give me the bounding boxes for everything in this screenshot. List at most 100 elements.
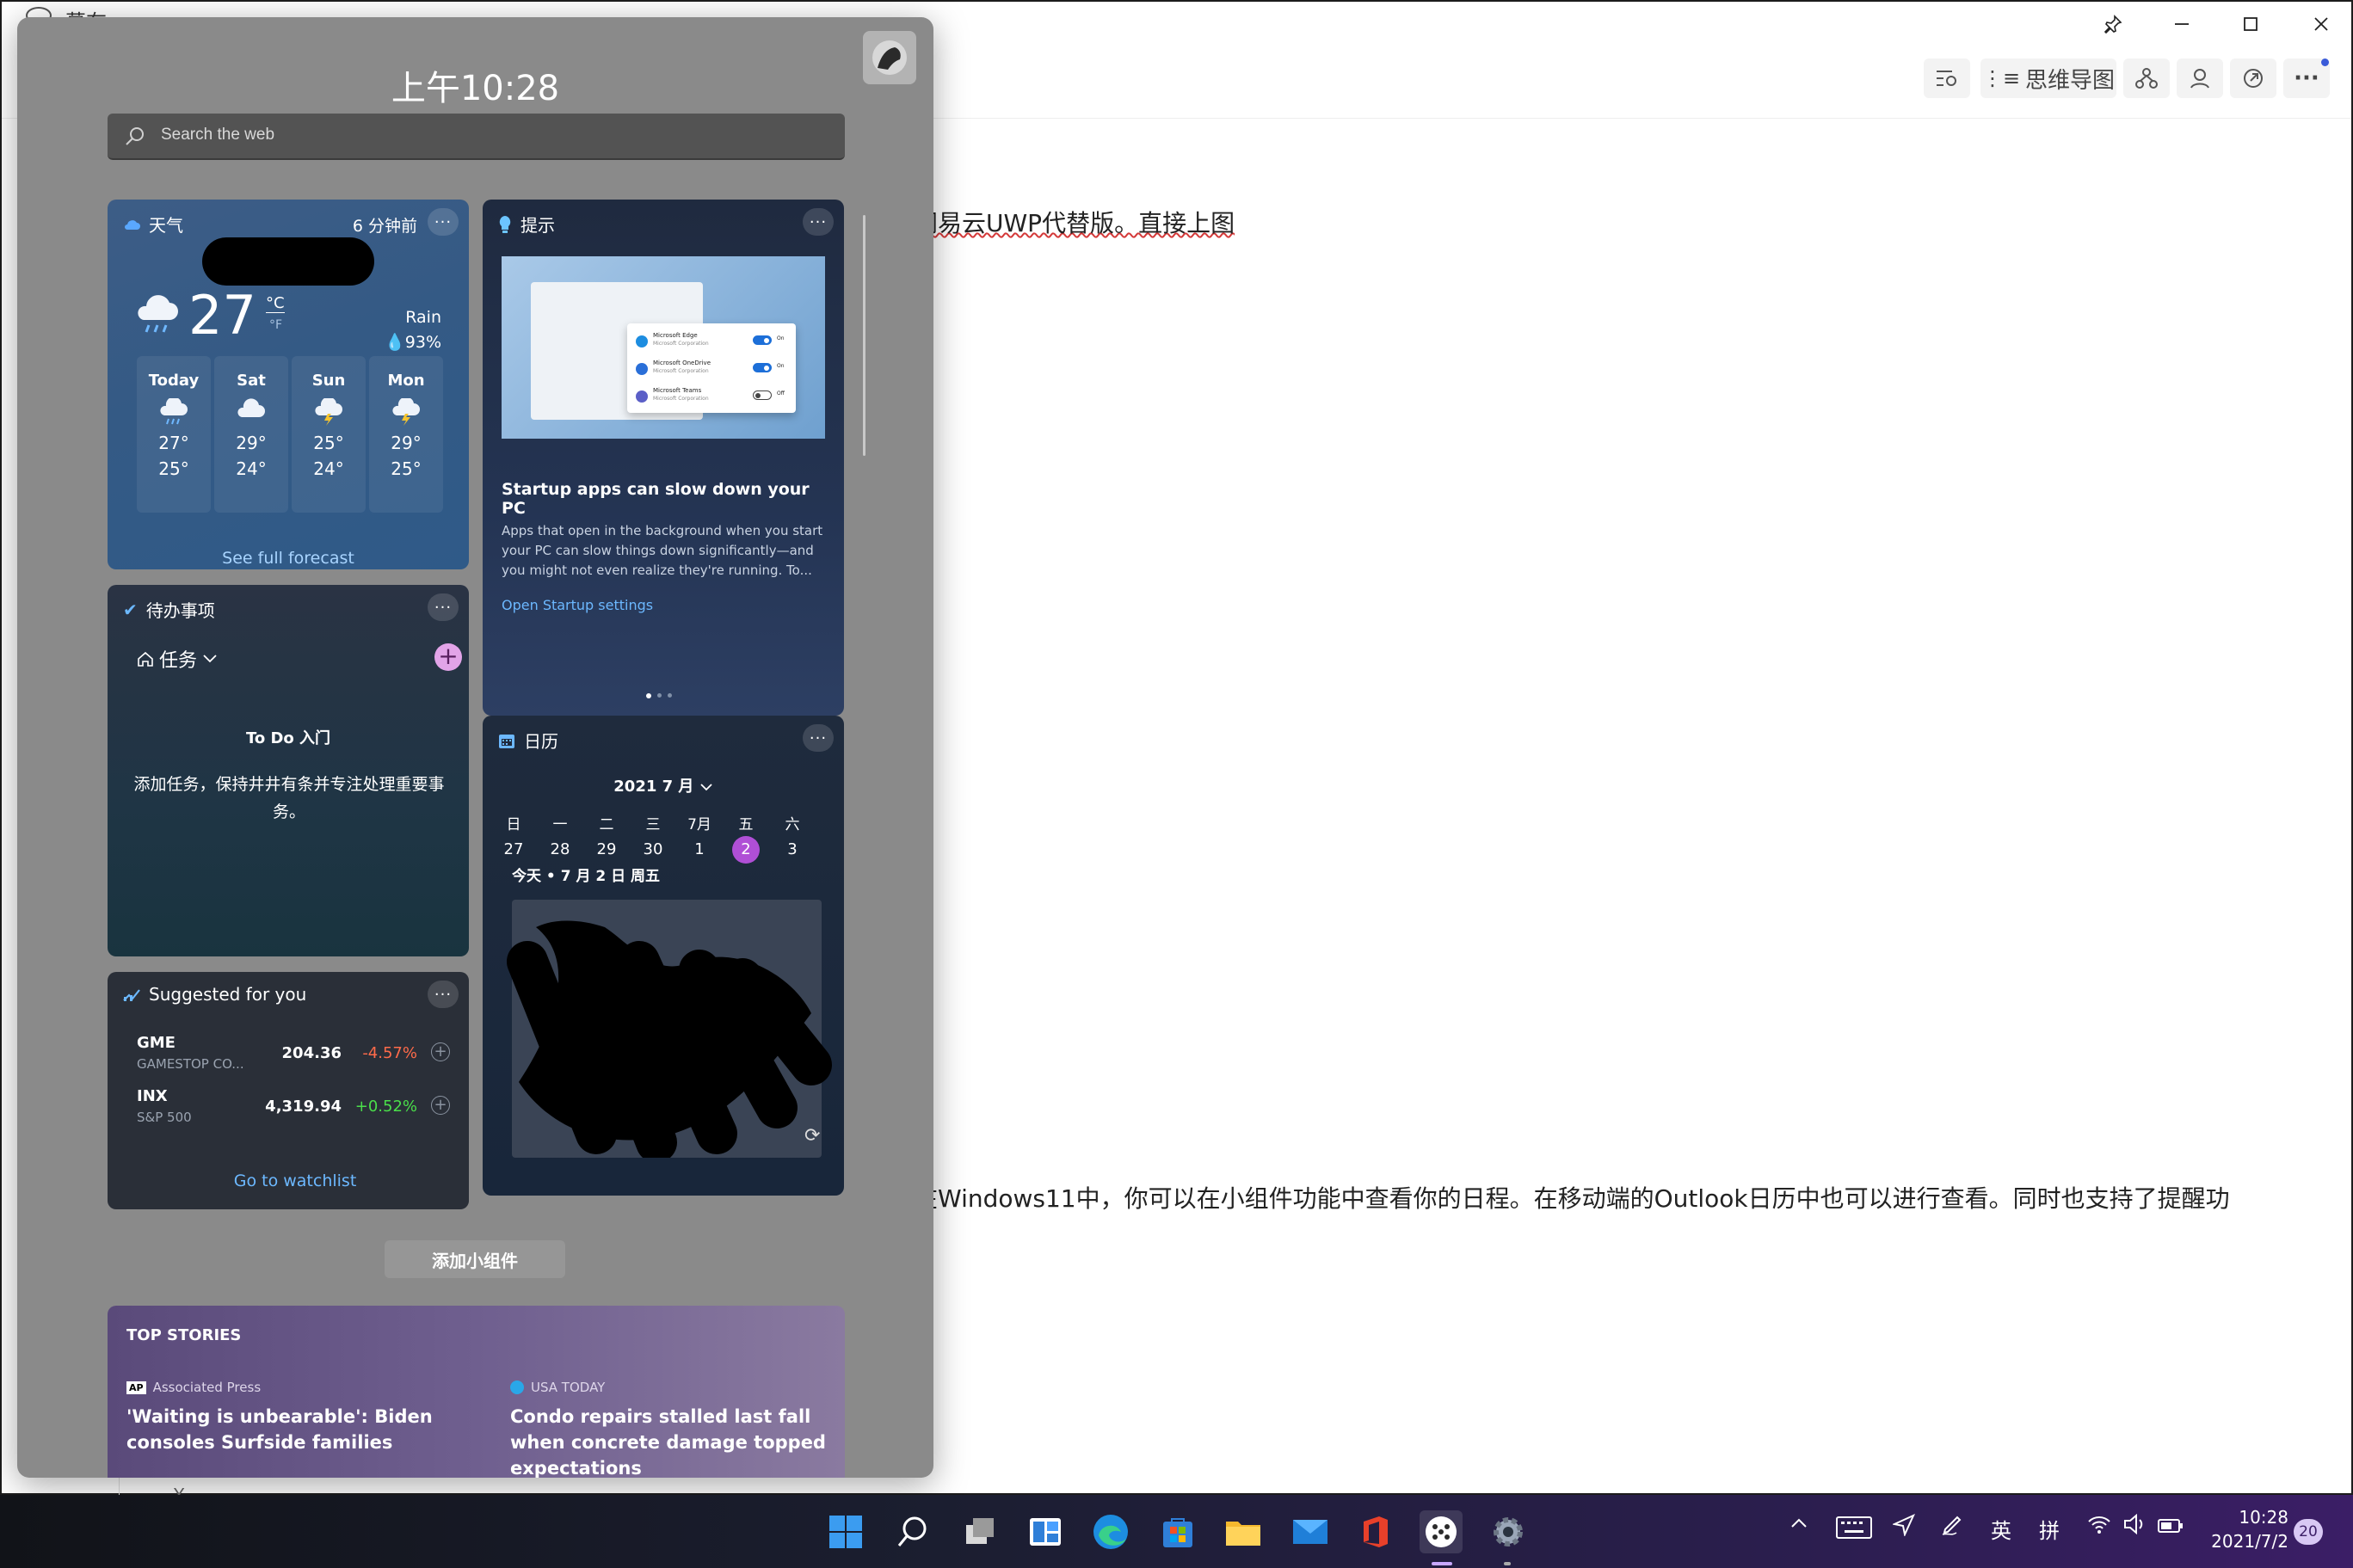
home-icon <box>138 651 153 667</box>
task-view-icon[interactable] <box>958 1510 1001 1553</box>
user-avatar[interactable] <box>863 31 916 84</box>
lightbulb-icon <box>499 215 511 233</box>
doc-line-2[interactable]: 在Windows11中，你可以在小组件功能中查看你的日程。在移动端的Outloo… <box>914 1180 2230 1214</box>
forecast-day-label: Sat <box>237 372 266 390</box>
calendar-date[interactable]: 27 <box>500 836 527 864</box>
cloud-icon <box>125 219 140 230</box>
settings-icon[interactable] <box>1487 1510 1530 1553</box>
mindmap-button[interactable]: ⋮≡ 思维导图 <box>1980 58 2116 98</box>
taskbar-clock[interactable]: 10:28 2021/7/2 <box>2202 1505 2288 1553</box>
weather-more-button[interactable]: ··· <box>428 208 459 236</box>
notification-badge[interactable]: 20 <box>2294 1519 2323 1545</box>
thunder-icon <box>369 397 443 427</box>
toggle-state: On <box>777 363 785 369</box>
startup-app-row: Microsoft Teams Microsoft Corporation Off <box>636 387 791 411</box>
open-startup-settings-link[interactable]: Open Startup settings <box>502 597 653 613</box>
minimize-button[interactable] <box>2165 9 2199 40</box>
panel-scrollbar[interactable] <box>863 215 865 456</box>
ime-mode[interactable]: 拼 <box>2039 1514 2060 1544</box>
forecast-low: 24° <box>236 458 267 479</box>
add-to-watchlist-icon[interactable]: + <box>431 1042 450 1061</box>
export-button[interactable] <box>2230 58 2276 98</box>
calendar-date[interactable]: 1 <box>686 836 713 864</box>
add-widget-button[interactable]: 添加小组件 <box>385 1240 565 1278</box>
carousel-dots[interactable] <box>646 693 672 698</box>
todo-list-selector[interactable]: 任务 <box>137 645 218 673</box>
location-icon[interactable] <box>1891 1513 1916 1541</box>
todo-title: 待办事项 <box>145 600 215 621</box>
todo-widget[interactable]: ✔ 待办事项 ··· 任务 + To Do 入门 添加任务，保持井井有条并专注处… <box>108 585 469 956</box>
office-icon[interactable] <box>1354 1510 1397 1553</box>
doc-line-1[interactable]: 网易云UWP代替版。直接上图 <box>914 205 1235 239</box>
web-search-box[interactable] <box>108 114 845 160</box>
tips-more-button[interactable]: ··· <box>803 208 834 236</box>
story-headline: Condo repairs stalled last fall when con… <box>510 1406 826 1478</box>
store-icon[interactable] <box>1156 1510 1199 1553</box>
battery-icon[interactable] <box>2158 1516 2184 1540</box>
mindmap-label: 思维导图 <box>2025 67 2116 94</box>
tips-widget[interactable]: 提示 ··· Microsoft Edge Microsoft Corporati… <box>483 200 844 716</box>
search-icon[interactable] <box>891 1510 934 1553</box>
unit-celsius[interactable]: °C <box>266 294 285 313</box>
stock-change: +0.52% <box>354 1098 417 1116</box>
stock-row[interactable]: GME GAMESTOP CO... 204.36 -4.57% + <box>108 1034 469 1082</box>
calendar-date[interactable]: 28 <box>546 836 574 864</box>
unit-fahrenheit[interactable]: °F <box>269 318 282 332</box>
add-task-button[interactable]: + <box>434 643 462 671</box>
forecast-day[interactable]: Today 27° 25° <box>137 356 211 513</box>
close-button[interactable] <box>2304 9 2338 40</box>
wifi-icon[interactable] <box>2087 1514 2111 1540</box>
story-source: USA TODAY <box>531 1380 606 1395</box>
widgets-icon[interactable] <box>1024 1510 1067 1553</box>
stock-row[interactable]: INX S&P 500 4,319.94 +0.52% + <box>108 1087 469 1135</box>
search-input[interactable] <box>161 126 815 145</box>
month-selector[interactable]: 2021 7 月 <box>483 774 844 796</box>
story-item[interactable]: AP Associated Press 'Waiting is unbearab… <box>126 1380 453 1455</box>
weather-header: 天气 <box>123 212 183 237</box>
weekday-label: 六 <box>785 816 800 833</box>
app-name: Microsoft Teams <box>653 387 702 394</box>
calendar-date[interactable]: 3 <box>779 836 806 864</box>
ap-logo-icon: AP <box>126 1380 146 1394</box>
mubu-app-icon[interactable] <box>1420 1510 1463 1553</box>
maximize-button[interactable] <box>2233 9 2268 40</box>
calendar-date[interactable]: 29 <box>593 836 620 864</box>
collaborate-button[interactable] <box>2177 58 2223 98</box>
ime-language[interactable]: 英 <box>1991 1514 2011 1544</box>
forecast-day[interactable]: Sun 25° 24° <box>292 356 366 513</box>
todo-more-button[interactable]: ··· <box>428 593 459 621</box>
forecast-low: 25° <box>158 458 189 479</box>
forecast-day[interactable]: Mon 29° 25° <box>369 356 443 513</box>
watchlist-link[interactable]: Go to watchlist <box>108 1171 469 1190</box>
pen-icon[interactable] <box>1941 1514 1963 1541</box>
add-to-watchlist-icon[interactable]: + <box>431 1096 450 1115</box>
story-item[interactable]: USA TODAY Condo repairs stalled last fal… <box>510 1380 837 1478</box>
edge-icon[interactable] <box>1089 1510 1132 1553</box>
calendar-widget[interactable]: 日历 ··· 2021 7 月 日 27 一 28 二 29 三 30 7月 1 五 2 六 3 今天 •… <box>483 716 844 1196</box>
calendar-title: 日历 <box>524 731 558 752</box>
weather-condition: Rain <box>405 308 441 327</box>
pin-icon[interactable] <box>2096 9 2130 40</box>
refresh-icon[interactable]: ⟳ <box>804 1125 820 1147</box>
thunder-icon <box>292 397 366 427</box>
app-icon <box>636 363 648 375</box>
mail-icon[interactable] <box>1289 1510 1332 1553</box>
share-graph-button[interactable] <box>2123 58 2170 98</box>
suggested-widget[interactable]: Suggested for you ··· GME GAMESTOP CO... 2… <box>108 972 469 1209</box>
suggested-more-button[interactable]: ··· <box>428 981 459 1008</box>
calendar-more-button[interactable]: ··· <box>803 724 834 752</box>
keyboard-icon[interactable] <box>1836 1516 1872 1545</box>
start-icon[interactable] <box>824 1510 867 1553</box>
outline-search-button[interactable] <box>1924 58 1970 98</box>
calendar-date-selected[interactable]: 2 <box>732 836 760 864</box>
app-icon <box>636 335 648 347</box>
file-explorer-icon[interactable] <box>1222 1510 1265 1553</box>
volume-icon[interactable] <box>2123 1513 2147 1540</box>
running-indicator <box>1432 1562 1452 1565</box>
full-forecast-link[interactable]: See full forecast <box>108 549 469 568</box>
weather-widget[interactable]: 天气 6 分钟前 ··· 27 °C °F Rain 💧93% Today 27°… <box>108 200 469 569</box>
calendar-date[interactable]: 30 <box>639 836 667 864</box>
forecast-day[interactable]: Sat 29° 24° <box>214 356 288 513</box>
chevron-up-icon[interactable] <box>1789 1514 1808 1538</box>
app-publisher: Microsoft Corporation <box>653 396 709 402</box>
